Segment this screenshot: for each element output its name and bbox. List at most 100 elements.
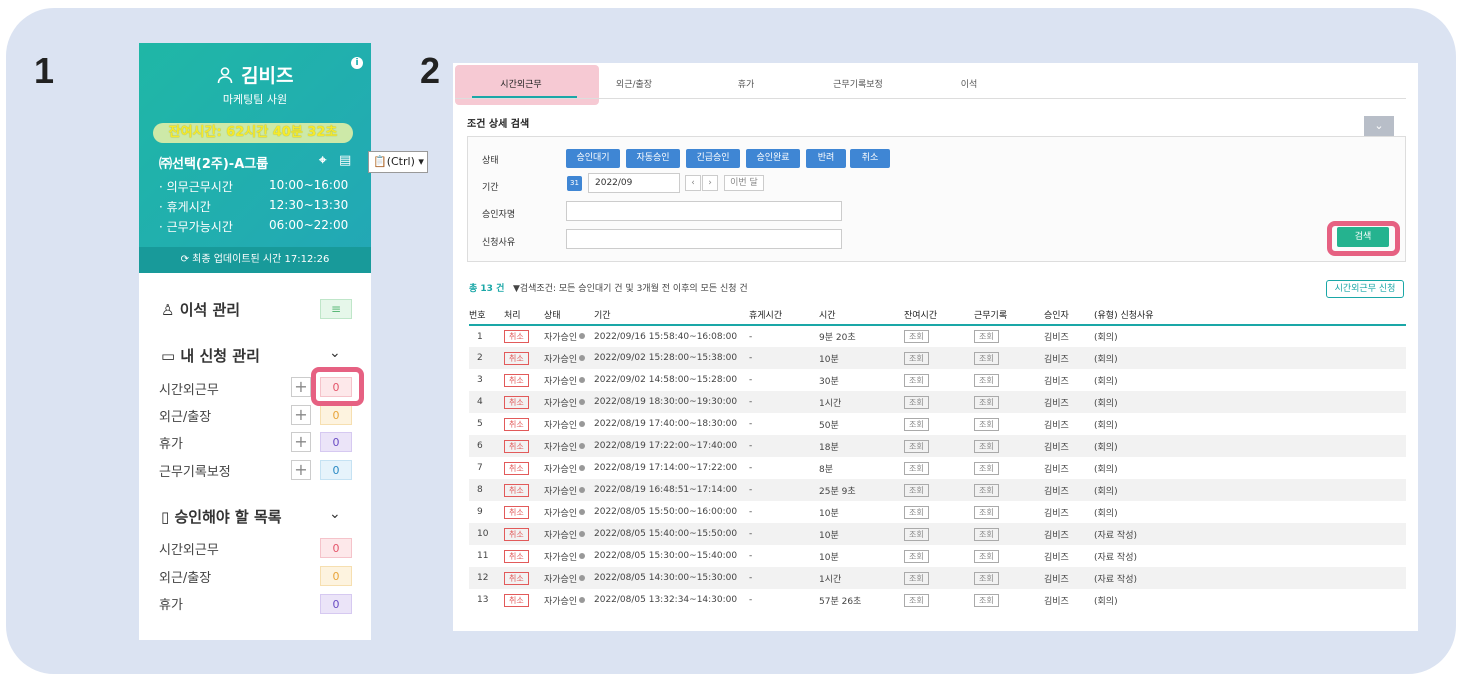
view-button[interactable]: 조회: [974, 593, 999, 607]
view-button[interactable]: 조회: [904, 527, 929, 541]
calendar-icon[interactable]: 31: [567, 176, 582, 191]
menu-approvals[interactable]: ▯ 승인해야 할 목록: [161, 506, 282, 527]
status-cancel-button[interactable]: 취소: [850, 149, 890, 168]
info-dot-icon[interactable]: [579, 376, 586, 383]
col-approver[interactable]: 승인자: [1044, 305, 1094, 326]
col-no[interactable]: 번호: [469, 305, 504, 326]
location-pin-icon[interactable]: ⌖: [319, 153, 326, 168]
view-button[interactable]: 조회: [974, 417, 999, 431]
view-button[interactable]: 조회: [904, 593, 929, 607]
view-button[interactable]: 조회: [904, 461, 929, 475]
view-button[interactable]: 조회: [904, 417, 929, 431]
cancel-button[interactable]: 취소: [504, 505, 529, 519]
view-button[interactable]: 조회: [974, 527, 999, 541]
view-button[interactable]: 조회: [904, 373, 929, 387]
view-button[interactable]: 조회: [904, 483, 929, 497]
table-row[interactable]: 5 취소 자가승인 2022/08/19 17:40:00~18:30:00 - 50분 조…: [469, 413, 1406, 435]
refresh-icon[interactable]: ⟳: [181, 254, 189, 265]
next-month-button[interactable]: ›: [702, 175, 718, 191]
my-item-label[interactable]: 근무기록보정: [159, 461, 231, 480]
cancel-button[interactable]: 취소: [504, 330, 529, 343]
table-row[interactable]: 9 취소 자가승인 2022/08/05 15:50:00~16:00:00 - 10분 조…: [469, 501, 1406, 523]
prev-month-button[interactable]: ‹: [685, 175, 701, 191]
my-item-label[interactable]: 휴가: [159, 433, 183, 452]
table-row[interactable]: 7 취소 자가승인 2022/08/19 17:14:00~17:22:00 - 8분 조회…: [469, 457, 1406, 479]
view-button[interactable]: 조회: [904, 505, 929, 519]
cancel-button[interactable]: 취소: [504, 461, 529, 475]
view-button[interactable]: 조회: [974, 439, 999, 453]
apply-overtime-button[interactable]: 시간외근무 신청: [1326, 280, 1404, 298]
last-updated-bar[interactable]: ⟳ 최종 업데이트된 시간 17:12:26: [139, 247, 371, 273]
cancel-button[interactable]: 취소: [504, 593, 529, 607]
add-button[interactable]: +: [291, 460, 311, 480]
view-button[interactable]: 조회: [974, 549, 999, 563]
seat-list-icon[interactable]: ≡: [320, 299, 352, 319]
cancel-button[interactable]: 취소: [504, 439, 529, 453]
table-row[interactable]: 2 취소 자가승인 2022/09/02 15:28:00~15:38:00-10분 조…: [469, 347, 1406, 369]
cancel-button[interactable]: 취소: [504, 417, 529, 431]
chevron-down-icon[interactable]: ⌄: [329, 506, 341, 522]
info-dot-icon[interactable]: [579, 354, 586, 361]
view-button[interactable]: 조회: [974, 505, 999, 519]
col-status[interactable]: 상태: [544, 305, 594, 326]
view-button[interactable]: 조회: [974, 351, 999, 365]
view-button[interactable]: 조회: [974, 461, 999, 475]
count-badge[interactable]: 0: [320, 594, 352, 614]
table-row[interactable]: 3 취소 자가승인 2022/09/02 14:58:00~15:28:00 - 30분 조…: [469, 369, 1406, 391]
my-item-label[interactable]: 외근/출장: [159, 406, 211, 425]
col-remaining[interactable]: 잔여시간: [904, 305, 974, 326]
view-button[interactable]: 조회: [974, 395, 999, 409]
info-dot-icon[interactable]: [579, 486, 586, 493]
view-button[interactable]: 조회: [974, 571, 999, 585]
tab-overtime[interactable]: 시간외근무: [471, 77, 571, 90]
table-row[interactable]: 8 취소 자가승인 2022/08/19 16:48:51~17:14:00-25분 …: [469, 479, 1406, 501]
col-record[interactable]: 근무기록: [974, 305, 1044, 326]
period-input[interactable]: 2022/09: [588, 173, 680, 193]
tab-vacation[interactable]: 휴가: [696, 77, 796, 90]
cancel-button[interactable]: 취소: [504, 483, 529, 497]
chevron-down-icon[interactable]: ⌄: [329, 345, 341, 361]
info-dot-icon[interactable]: [579, 574, 586, 581]
info-dot-icon[interactable]: [579, 552, 586, 559]
info-dot-icon[interactable]: [579, 596, 586, 603]
count-badge[interactable]: 0: [320, 432, 352, 452]
tab-record-correction[interactable]: 근무기록보정: [808, 77, 908, 90]
cancel-button[interactable]: 취소: [504, 571, 529, 585]
menu-seat[interactable]: ♙ 이석 관리: [161, 299, 240, 320]
view-button[interactable]: 조회: [974, 373, 999, 387]
status-pending-button[interactable]: 승인대기: [566, 149, 620, 168]
reason-input[interactable]: [566, 229, 842, 249]
cancel-button[interactable]: 취소: [504, 351, 529, 365]
approver-input[interactable]: [566, 201, 842, 221]
count-badge[interactable]: 0: [320, 538, 352, 558]
info-dot-icon[interactable]: [579, 333, 586, 339]
view-button[interactable]: 조회: [904, 571, 929, 585]
info-dot-icon[interactable]: [579, 420, 586, 427]
tab-outside-work[interactable]: 외근/출장: [584, 77, 684, 90]
view-button[interactable]: 조회: [904, 549, 929, 563]
paste-options-tooltip[interactable]: 📋(Ctrl) ▾: [368, 151, 428, 173]
info-dot-icon[interactable]: [579, 398, 586, 405]
view-button[interactable]: 조회: [974, 330, 999, 343]
approval-item-label[interactable]: 휴가: [159, 594, 183, 613]
table-row[interactable]: 4 취소 자가승인 2022/08/19 18:30:00~19:30:00-1시간 조…: [469, 391, 1406, 413]
cancel-button[interactable]: 취소: [504, 395, 529, 409]
col-time[interactable]: 시간: [819, 305, 904, 326]
view-button[interactable]: 조회: [974, 483, 999, 497]
my-item-label[interactable]: 시간외근무: [159, 379, 219, 398]
info-dot-icon[interactable]: [579, 530, 586, 537]
table-row[interactable]: 12 취소 자가승인 2022/08/05 14:30:00~15:30:00-1시간…: [469, 567, 1406, 589]
add-button[interactable]: +: [291, 432, 311, 452]
add-button[interactable]: +: [291, 377, 311, 397]
view-button[interactable]: 조회: [904, 330, 929, 343]
status-urgent-button[interactable]: 긴급승인: [686, 149, 740, 168]
info-dot-icon[interactable]: [579, 442, 586, 449]
table-row[interactable]: 11 취소 자가승인 2022/08/05 15:30:00~15:40:00 - 10분…: [469, 545, 1406, 567]
tab-seat[interactable]: 이석: [919, 77, 1019, 90]
menu-my-requests[interactable]: ▭ 내 신청 관리: [161, 345, 260, 366]
cancel-button[interactable]: 취소: [504, 527, 529, 541]
count-badge[interactable]: 0: [320, 566, 352, 586]
view-button[interactable]: 조회: [904, 439, 929, 453]
approval-item-label[interactable]: 시간외근무: [159, 539, 219, 558]
view-button[interactable]: 조회: [904, 351, 929, 365]
